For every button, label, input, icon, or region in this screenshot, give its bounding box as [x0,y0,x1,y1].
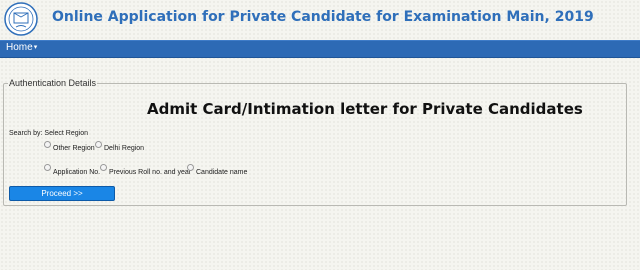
caret-down-icon: ▾ [33,44,38,51]
radio-previous-roll-no[interactable] [100,164,107,171]
option-candidate-name-label[interactable]: Candidate name [196,169,247,176]
site-title: Online Application for Private Candidate… [52,9,594,25]
site-header: Online Application for Private Candidate… [0,0,640,40]
page-title: Admit Card/Intimation letter for Private… [147,100,583,118]
radio-candidate-name[interactable] [187,164,194,171]
option-other-region-label[interactable]: Other Region [53,145,95,152]
radio-delhi-region[interactable] [95,141,102,148]
cbse-emblem-icon [4,2,38,36]
main-navbar: Home▾ [0,40,640,58]
authentication-details-legend: Authentication Details [9,78,97,88]
option-delhi-region-label[interactable]: Delhi Region [104,145,144,152]
radio-application-no[interactable] [44,164,51,171]
option-application-no-label[interactable]: Application No. [53,169,100,176]
proceed-button[interactable]: Proceed >> [9,186,115,201]
nav-home-label: Home [6,42,33,53]
nav-home-menu[interactable]: Home▾ [6,42,37,53]
option-previous-roll-no-label[interactable]: Previous Roll no. and year [109,169,191,176]
search-by-label: Search by: Select Region [9,130,88,137]
radio-other-region[interactable] [44,141,51,148]
